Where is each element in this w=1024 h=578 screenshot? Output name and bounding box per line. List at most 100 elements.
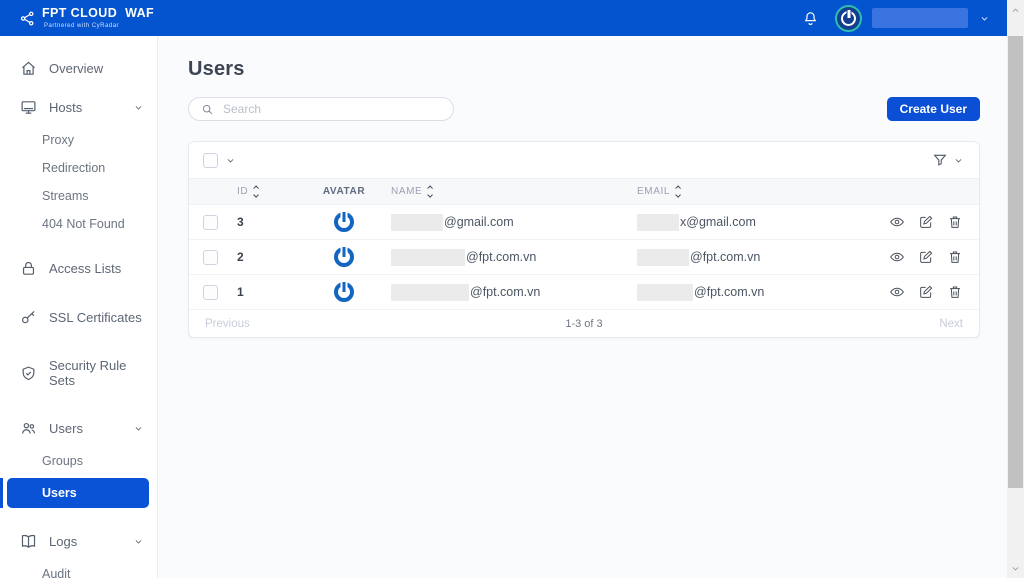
chevron-down-icon[interactable] <box>134 424 143 433</box>
scrollbar-down-arrow[interactable] <box>1007 560 1024 576</box>
user-id: 1 <box>237 285 244 299</box>
sidebar-item-label: Security Rule Sets <box>49 358 143 388</box>
delete-trash-icon[interactable] <box>947 214 963 230</box>
chevron-down-icon[interactable] <box>134 103 143 112</box>
book-icon <box>20 533 37 550</box>
table-header-row: ID AVATAR NAME EMAIL <box>189 178 979 205</box>
view-eye-icon[interactable] <box>889 214 905 230</box>
redacted-name <box>391 249 465 266</box>
brand: FPT CLOUD WAF Partnered with CyRadar <box>20 7 154 29</box>
notifications-bell-icon[interactable] <box>802 10 819 27</box>
username-redacted <box>872 8 968 28</box>
page-scrollbar[interactable] <box>1007 0 1024 578</box>
redacted-name <box>391 284 469 301</box>
sidebar-item-ssl-certificates[interactable]: SSL Certificates <box>0 299 157 336</box>
delete-trash-icon[interactable] <box>947 249 963 265</box>
column-header-avatar: AVATAR <box>323 186 365 197</box>
user-email: @fpt.com.vn <box>694 285 764 299</box>
column-header-email[interactable]: EMAIL <box>623 186 867 197</box>
sidebar-item-streams[interactable]: Streams <box>0 182 157 210</box>
sidebar-item-redirection[interactable]: Redirection <box>0 154 157 182</box>
user-email: x@gmail.com <box>680 215 756 229</box>
sidebar-item-label: Hosts <box>49 100 82 115</box>
view-eye-icon[interactable] <box>889 284 905 300</box>
sidebar-item-overview[interactable]: Overview <box>0 50 157 87</box>
scrollbar-up-arrow[interactable] <box>1007 2 1024 18</box>
user-avatar-power-logo <box>334 247 354 267</box>
table-toolbar <box>189 142 979 178</box>
sidebar-item-groups[interactable]: Groups <box>0 447 157 475</box>
sidebar-item-security-rule-sets[interactable]: Security Rule Sets <box>0 348 157 398</box>
sidebar-item-logs[interactable]: Logs <box>0 523 157 560</box>
edit-pencil-icon[interactable] <box>918 214 934 230</box>
redacted-email <box>637 284 693 301</box>
home-icon <box>20 60 37 77</box>
lock-icon <box>20 260 37 277</box>
sidebar-item-users-group[interactable]: Users <box>0 410 157 447</box>
user-name: @fpt.com.vn <box>470 285 540 299</box>
create-user-button[interactable]: Create User <box>887 97 980 121</box>
redacted-email <box>637 249 689 266</box>
column-header-name[interactable]: NAME <box>377 186 623 197</box>
filter-funnel-icon[interactable] <box>932 152 948 168</box>
search-box[interactable] <box>188 97 454 121</box>
sidebar-item-users[interactable]: Users <box>7 478 149 508</box>
brand-name: FPT CLOUD <box>42 7 117 20</box>
shield-check-icon <box>20 365 37 382</box>
redacted-name <box>391 214 443 231</box>
monitor-icon <box>20 99 37 116</box>
row-checkbox[interactable] <box>203 285 218 300</box>
redacted-email <box>637 214 679 231</box>
select-menu-chevron-down-icon[interactable] <box>226 156 235 165</box>
brand-molecule-icon <box>20 11 35 26</box>
sidebar-item-access-lists[interactable]: Access Lists <box>0 250 157 287</box>
table-row: 2 @fpt.com.vn @fpt.com.vn <box>189 240 979 275</box>
user-email: @fpt.com.vn <box>690 250 760 264</box>
users-icon <box>20 420 37 437</box>
filter-chevron-down-icon[interactable] <box>954 156 963 165</box>
sidebar-item-label: SSL Certificates <box>49 310 142 325</box>
chevron-down-icon[interactable] <box>134 537 143 546</box>
sidebar-item-proxy[interactable]: Proxy <box>0 126 157 154</box>
top-bar: FPT CLOUD WAF Partnered with CyRadar <box>0 0 1007 36</box>
user-id: 2 <box>237 250 244 264</box>
select-all-checkbox[interactable] <box>203 153 218 168</box>
sort-icon[interactable] <box>676 186 680 197</box>
brand-product: WAF <box>125 7 154 20</box>
delete-trash-icon[interactable] <box>947 284 963 300</box>
sidebar-item-404-not-found[interactable]: 404 Not Found <box>0 210 157 238</box>
edit-pencil-icon[interactable] <box>918 249 934 265</box>
row-checkbox[interactable] <box>203 215 218 230</box>
sidebar-item-audit[interactable]: Audit <box>0 560 157 578</box>
page-title: Users <box>188 58 980 81</box>
sidebar-item-label: Overview <box>49 61 103 76</box>
sidebar-item-label: Access Lists <box>49 261 121 276</box>
scrollbar-thumb[interactable] <box>1008 36 1023 488</box>
search-input[interactable] <box>223 102 441 116</box>
edit-pencil-icon[interactable] <box>918 284 934 300</box>
user-id: 3 <box>237 215 244 229</box>
account-chevron-down-icon[interactable] <box>980 14 989 23</box>
column-header-id[interactable]: ID <box>227 186 311 197</box>
users-table-card: ID AVATAR NAME EMAIL 3 @gmail <box>188 141 980 338</box>
sidebar-item-label: Users <box>49 421 83 436</box>
table-row: 1 @fpt.com.vn @fpt.com.vn <box>189 275 979 310</box>
table-pagination: Previous 1-3 of 3 Next <box>189 310 979 337</box>
key-icon <box>20 309 37 326</box>
brand-tagline: Partnered with CyRadar <box>42 23 154 29</box>
user-avatar-power-logo <box>334 212 354 232</box>
sort-icon[interactable] <box>254 186 258 197</box>
user-name: @fpt.com.vn <box>466 250 536 264</box>
search-icon <box>201 103 214 116</box>
sort-icon[interactable] <box>428 186 432 197</box>
view-eye-icon[interactable] <box>889 249 905 265</box>
pagination-range: 1-3 of 3 <box>189 318 979 330</box>
user-avatar[interactable] <box>837 7 860 30</box>
table-row: 3 @gmail.com x@gmail.com <box>189 205 979 240</box>
user-name: @gmail.com <box>444 215 514 229</box>
user-avatar-power-logo <box>334 282 354 302</box>
row-checkbox[interactable] <box>203 250 218 265</box>
sidebar-item-hosts[interactable]: Hosts <box>0 89 157 126</box>
sidebar: Overview Hosts Proxy Redirection Streams… <box>0 36 158 578</box>
sidebar-item-label: Logs <box>49 534 77 549</box>
